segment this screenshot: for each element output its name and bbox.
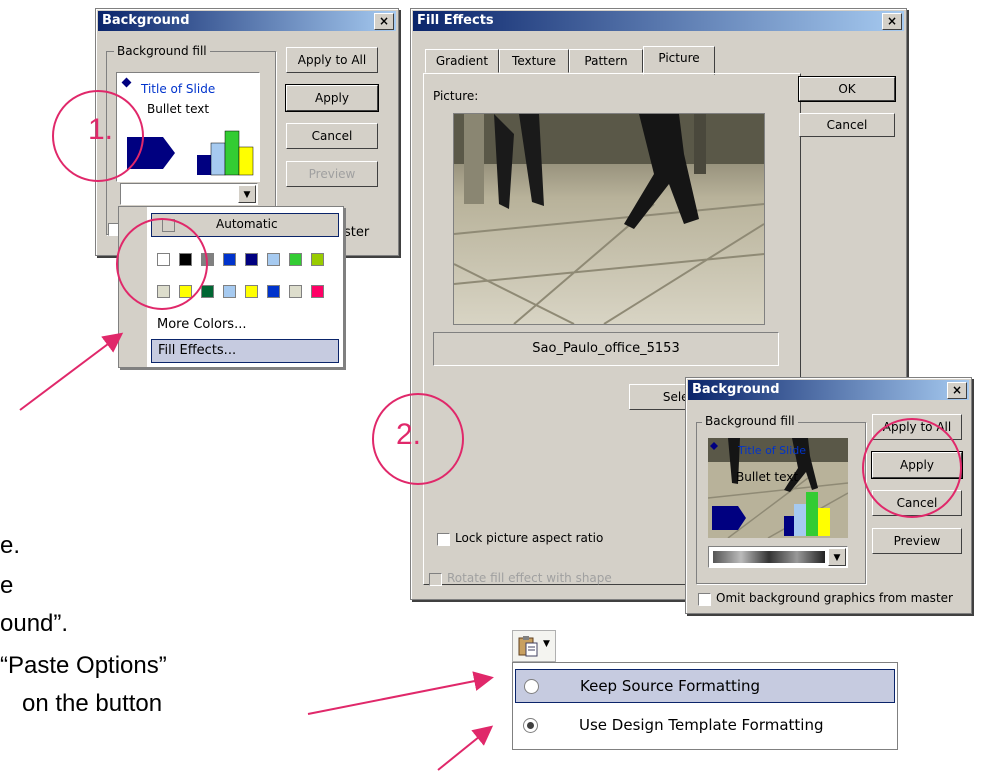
arrow-to-design-template: [437, 725, 494, 771]
keep-source-radio-icon: [524, 679, 539, 694]
keep-source-formatting-item[interactable]: Keep Source Formatting: [515, 669, 895, 703]
slide-text-line2: e: [0, 572, 14, 599]
paste-options-menu: Keep Source Formatting Use Design Templa…: [512, 662, 898, 750]
slide-text-line4: “Paste Options”: [0, 652, 167, 679]
paste-options-button[interactable]: ▼: [512, 630, 556, 662]
arrow-to-keep-source: [307, 671, 494, 715]
use-design-label: Use Design Template Formatting: [579, 716, 824, 734]
slide-text-line3: ound”.: [0, 610, 69, 637]
keep-source-label: Keep Source Formatting: [580, 677, 761, 695]
arrow-to-fill-effects: [19, 332, 124, 411]
slide-text-line5: on the button: [22, 690, 163, 717]
slide-text-line1: e.: [0, 532, 21, 559]
use-design-radio-icon: [523, 718, 538, 733]
clipboard-icon: [518, 636, 538, 657]
use-design-template-item[interactable]: Use Design Template Formatting: [515, 709, 895, 741]
chevron-down-icon: ▼: [543, 639, 550, 649]
